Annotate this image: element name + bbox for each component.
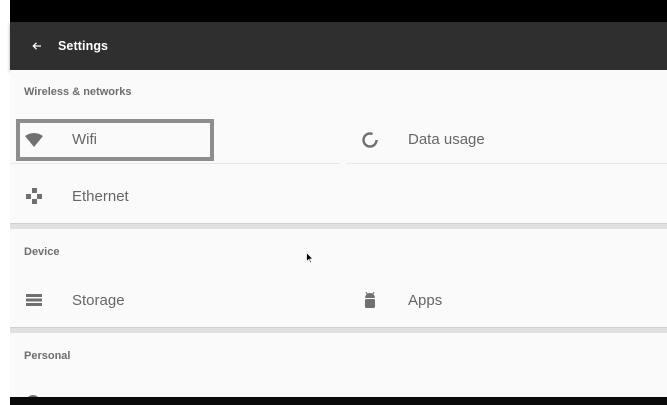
settings-item-data-usage[interactable]: Data usage [346,116,667,164]
section-header-wireless: Wireless & networks [24,86,132,98]
settings-item-label: Storage [72,291,125,309]
storage-icon [24,290,44,310]
settings-item-wifi[interactable]: Wifi [10,116,340,164]
settings-item-label: Data usage [408,131,485,148]
app-bar: Settings [10,22,667,70]
section-header-personal: Personal [24,350,71,362]
arrow-left-icon[interactable] [30,39,44,53]
settings-item-label: Ethernet [72,187,129,205]
android-icon [360,290,380,310]
section-divider [10,223,667,229]
wifi-icon [24,130,44,150]
settings-item-ethernet[interactable]: Ethernet [10,172,667,220]
ethernet-icon [24,186,44,206]
bottom-black-bar [10,397,667,405]
settings-item-storage[interactable]: Storage [10,276,340,324]
settings-item-label: Wifi [72,131,97,148]
data-usage-icon [360,130,380,150]
page-title: Settings [58,39,109,53]
left-margin [0,0,10,405]
settings-item-apps[interactable]: Apps [346,276,667,324]
section-divider [10,327,667,333]
settings-list: Wireless & networks Wifi Data usage Ethe… [10,70,667,401]
mouse-cursor [306,251,314,269]
bottom-left-margin [0,401,10,405]
section-header-device: Device [24,246,60,258]
top-black-bar [0,0,667,22]
settings-item-label: Apps [408,291,443,309]
